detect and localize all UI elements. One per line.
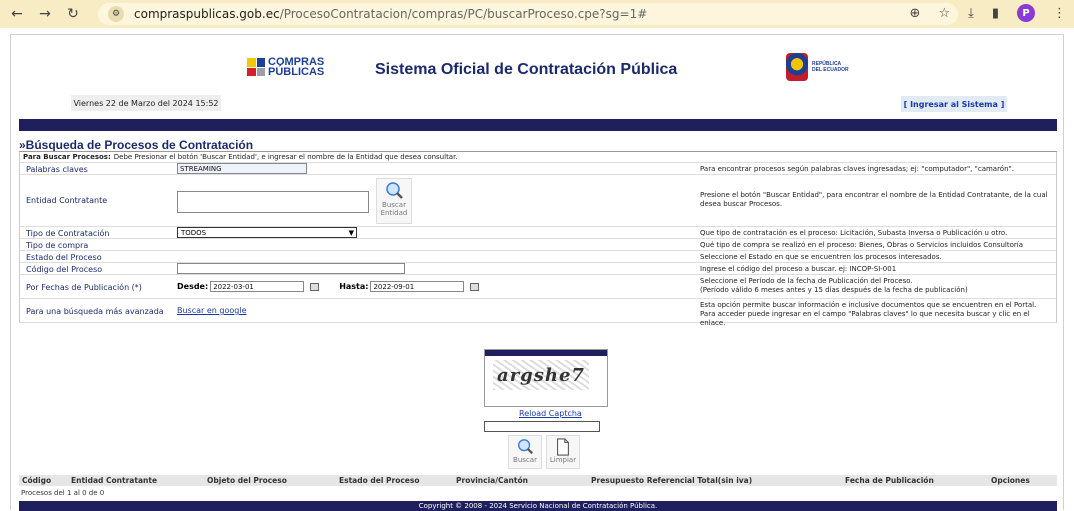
col-presupuesto[interactable]: Presupuesto Referencial Total(sin iva) bbox=[591, 476, 752, 485]
browser-toolbar: ← → ↻ ⚙ compraspublicas.gob.ec/ProcesoCo… bbox=[0, 0, 1074, 28]
search-button-label: Buscar bbox=[513, 456, 537, 464]
row-type: Tipo de Contratación TODOS ▼ Que tipo de… bbox=[20, 227, 1056, 239]
type-select[interactable]: TODOS ▼ bbox=[177, 227, 357, 238]
type-select-value: TODOS bbox=[181, 228, 207, 237]
row-dates: Por Fechas de Publicación (*) Desde: 202… bbox=[20, 275, 1056, 299]
col-fecha[interactable]: Fecha de Publicación bbox=[845, 476, 934, 485]
reload-captcha-link[interactable]: Reload Captcha bbox=[519, 409, 582, 418]
entity-help: Presione el botón "Buscar Entidad", para… bbox=[700, 191, 1048, 208]
purchase-help: Qué tipo de compra se realizó en el proc… bbox=[700, 241, 1024, 249]
chevron-down-icon: ▼ bbox=[348, 228, 354, 237]
from-date-input[interactable]: 2022-03-01 bbox=[210, 281, 305, 292]
address-bar[interactable]: ⚙ compraspublicas.gob.ec/ProcesoContrata… bbox=[98, 3, 958, 25]
site-info-icon[interactable]: ⚙ bbox=[108, 6, 124, 22]
blank-page-icon bbox=[557, 438, 569, 456]
col-codigo[interactable]: Código bbox=[22, 476, 51, 485]
state-label: Estado del Proceso bbox=[26, 253, 102, 262]
code-input[interactable] bbox=[177, 263, 405, 274]
rep-line2: DEL ECUADOR bbox=[812, 67, 849, 73]
dates-label: Por Fechas de Publicación (*) bbox=[26, 283, 142, 292]
entity-label: Entidad Contratante bbox=[26, 196, 108, 205]
code-help: Ingrese el código del proceso a buscar. … bbox=[700, 265, 897, 273]
advanced-help: Esta opción permite buscar información e… bbox=[700, 301, 1037, 327]
republica-logo: REPÚBLICA DEL ECUADOR bbox=[786, 53, 849, 81]
col-provincia[interactable]: Provincia/Cantón bbox=[456, 476, 528, 485]
col-objeto[interactable]: Objeto del Proceso bbox=[207, 476, 287, 485]
row-state: Estado del Proceso Seleccione el Estado … bbox=[20, 251, 1056, 263]
bookmark-star-icon[interactable]: ☆ bbox=[938, 6, 950, 21]
captcha-input[interactable] bbox=[484, 421, 600, 432]
to-label: Hasta: bbox=[339, 282, 369, 291]
magnifier-icon bbox=[386, 182, 403, 199]
back-arrow-icon[interactable]: ← bbox=[6, 3, 28, 25]
page-frame: COMPRAS PÚBLICAS Sistema Oficial de Cont… bbox=[10, 34, 1064, 511]
code-label: Código del Proceso bbox=[26, 265, 103, 274]
ecuador-seal-icon bbox=[786, 53, 808, 81]
url-path: /ProcesoContratacion/compras/PC/buscarPr… bbox=[279, 7, 648, 21]
login-link[interactable]: [ Ingresar al Sistema ] bbox=[901, 96, 1007, 112]
col-estado[interactable]: Estado del Proceso bbox=[339, 476, 420, 485]
site-title: Sistema Oficial de Contratación Pública bbox=[375, 61, 678, 78]
keywords-label: Palabras claves bbox=[26, 165, 88, 174]
search-button[interactable]: Buscar bbox=[508, 435, 542, 469]
reload-icon[interactable]: ↻ bbox=[62, 3, 84, 25]
zoom-icon[interactable]: ⊕ bbox=[910, 6, 921, 21]
type-help: Que tipo de contratación es el proceso: … bbox=[700, 229, 1008, 237]
instructions-bold: Para Buscar Procesos: bbox=[23, 153, 111, 161]
profile-avatar[interactable]: P bbox=[1017, 4, 1035, 22]
keywords-input[interactable]: STREAMING bbox=[177, 163, 307, 174]
logo-line2: PÚBLICAS bbox=[268, 66, 325, 78]
search-form: Para Buscar Procesos: Debe Presionar el … bbox=[19, 152, 1057, 327]
search-entity-button[interactable]: Buscar Entidad bbox=[376, 178, 412, 224]
clear-button-label: Limpiar bbox=[549, 456, 577, 464]
from-label: Desde: bbox=[177, 282, 209, 291]
compras-publicas-logo: COMPRAS PÚBLICAS bbox=[247, 57, 325, 78]
menu-dots-icon[interactable]: ⋮ bbox=[1053, 6, 1066, 21]
magnifier-icon bbox=[518, 439, 533, 455]
entity-textarea[interactable] bbox=[177, 191, 369, 213]
instructions-text: Debe Presionar el botón 'Buscar Entidad'… bbox=[113, 153, 458, 161]
keywords-help: Para encontrar procesos según palabras c… bbox=[700, 165, 1014, 173]
captcha-box: argshe7 bbox=[484, 349, 608, 407]
site-header: COMPRAS PÚBLICAS Sistema Oficial de Cont… bbox=[11, 35, 1063, 131]
entity-btn-line1: Buscar bbox=[382, 201, 406, 209]
calendar-icon[interactable] bbox=[470, 282, 480, 291]
row-code: Código del Proceso Ingrese el código del… bbox=[20, 263, 1056, 275]
dates-help-2: (Período válido 6 meses antes y 15 días … bbox=[700, 286, 968, 294]
results-count: Procesos del 1 al 0 de 0 bbox=[21, 489, 105, 497]
row-purchase: Tipo de compra Qué tipo de compra se rea… bbox=[20, 239, 1056, 251]
type-label: Tipo de Contratación bbox=[26, 229, 110, 238]
row-advanced: Para una búsqueda más avanzada Buscar en… bbox=[20, 299, 1056, 327]
clear-button[interactable]: Limpiar bbox=[546, 435, 580, 469]
purchase-label: Tipo de compra bbox=[26, 241, 89, 250]
compras-logo-mark-icon bbox=[247, 58, 265, 76]
captcha-image: argshe7 bbox=[493, 360, 589, 390]
sidebar-icon[interactable]: ▮ bbox=[992, 6, 999, 21]
google-search-link[interactable]: Buscar en google bbox=[177, 306, 246, 315]
nav-bar bbox=[19, 119, 1057, 131]
row-keywords: Palabras claves STREAMING Para encontrar… bbox=[20, 163, 1056, 175]
dates-help-1: Seleccione el Período de la fecha de Pub… bbox=[700, 277, 913, 285]
col-entidad[interactable]: Entidad Contratante bbox=[71, 476, 157, 485]
row-entity: Entidad Contratante Buscar Entidad Presi… bbox=[20, 175, 1056, 227]
url-host: compraspublicas.gob.ec bbox=[134, 7, 280, 21]
to-date-input[interactable]: 2022-09-01 bbox=[370, 281, 465, 292]
download-icon[interactable]: ⤓ bbox=[968, 6, 974, 21]
entity-btn-line2: Entidad bbox=[380, 209, 408, 217]
section-title: »Búsqueda de Procesos de Contratación bbox=[19, 138, 254, 152]
advanced-label: Para una búsqueda más avanzada bbox=[26, 307, 164, 316]
form-actions: Buscar Limpiar bbox=[508, 435, 580, 469]
current-date: Viernes 22 de Marzo del 2024 15:52 bbox=[71, 95, 221, 111]
calendar-icon[interactable] bbox=[310, 282, 320, 291]
forward-arrow-icon[interactable]: → bbox=[34, 3, 56, 25]
col-opciones[interactable]: Opciones bbox=[991, 476, 1030, 485]
instructions: Para Buscar Procesos: Debe Presionar el … bbox=[20, 152, 1056, 163]
state-help: Seleccione el Estado en que se encuentre… bbox=[700, 253, 942, 261]
results-header: Código Entidad Contratante Objeto del Pr… bbox=[19, 475, 1057, 486]
